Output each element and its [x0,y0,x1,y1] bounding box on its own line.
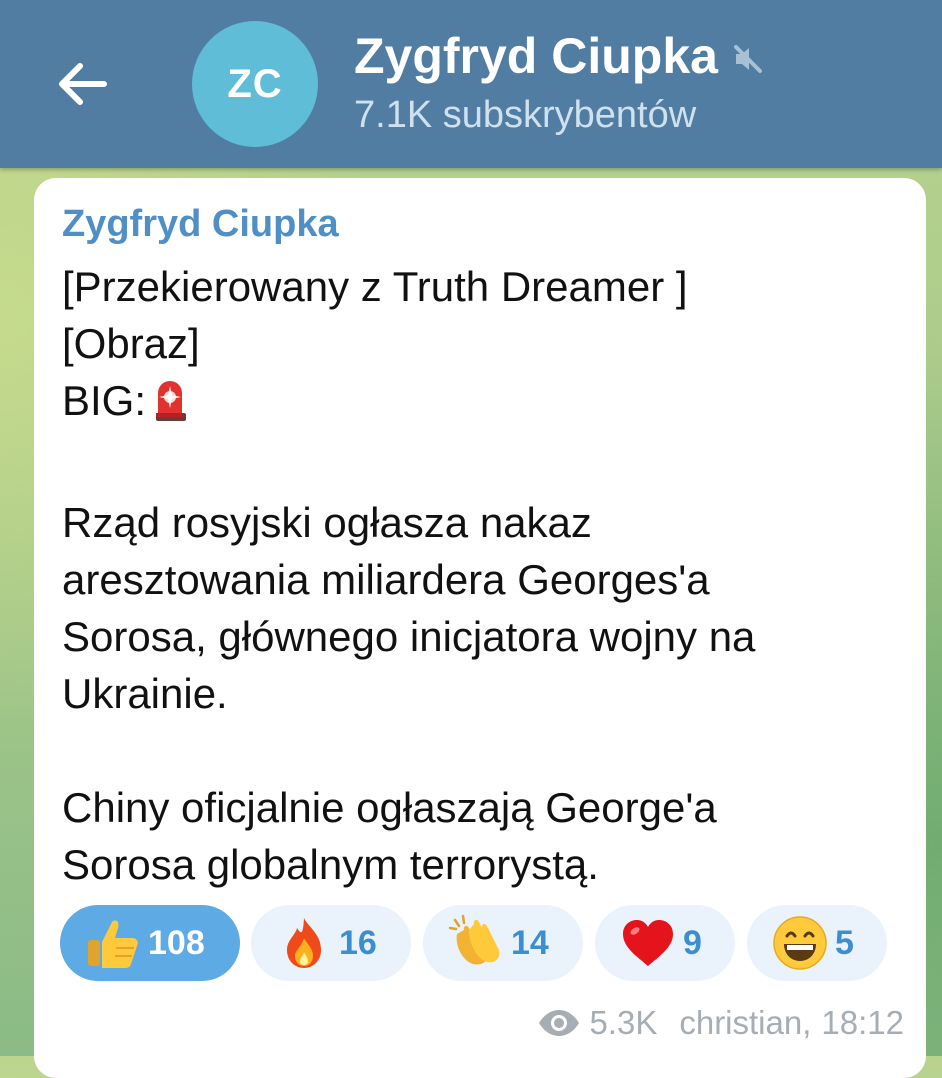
reaction-count: 16 [339,923,377,962]
muted-speaker-icon [732,43,764,75]
message-line [62,437,898,494]
arrow-left-icon [59,63,107,105]
message-line: [Przekierowany z Truth Dreamer ] [62,263,688,310]
eye-icon [537,1008,581,1038]
back-button[interactable] [50,52,114,116]
reaction-grinning-face[interactable]: 5 [747,905,887,981]
message-line: Sorosa globalnym terrorystą. [62,841,599,888]
message-line [62,722,898,779]
reaction-thumbs-up[interactable]: 108 [60,905,240,981]
message-line-text: BIG: [62,377,147,424]
message-line: aresztowania miliardera Georges'a [62,556,710,603]
reaction-red-heart[interactable]: 9 [595,905,735,981]
reaction-clapping-hands[interactable]: 14 [423,905,583,981]
subscriber-count: 7.1K subskrybentów [354,94,697,136]
channel-info[interactable]: Zygfryd Ciupka 7.1K subskrybentów [354,24,764,140]
red-heart-icon [619,914,677,972]
channel-title: Zygfryd Ciupka [354,28,718,84]
reaction-count: 108 [148,923,205,962]
message-line: Ukrainie. [62,670,228,717]
post-author: christian, [679,1004,812,1041]
message-line: Rząd rosyjski ogłasza nakaz [62,499,592,546]
reaction-count: 5 [835,923,854,962]
message-line: BIG: [62,372,898,437]
avatar-initials: ZC [227,61,283,106]
view-count: 5.3K [589,1004,658,1041]
reaction-count: 14 [511,923,549,962]
fire-icon [275,914,333,972]
chat-header: ZC Zygfryd Ciupka 7.1K subskrybentów [0,0,942,168]
message-line: Sorosa, głównego inicjatora wojny na [62,613,756,660]
siren-icon [148,373,192,437]
channel-avatar[interactable]: ZC [192,21,318,147]
message-bubble[interactable]: Zygfryd Ciupka [Przekierowany z Truth Dr… [34,178,926,1078]
thumbs-up-icon [84,914,142,972]
message-text: [Przekierowany z Truth Dreamer ] [Obraz]… [62,258,898,893]
message-meta: 5.3K christian, 18:12 [537,1004,904,1042]
message-line: Chiny oficjalnie ogłaszają George'a [62,784,717,831]
message-line: [Obraz] [62,320,200,367]
grinning-face-icon [771,914,829,972]
reaction-fire[interactable]: 16 [251,905,411,981]
message-sender[interactable]: Zygfryd Ciupka [62,200,898,248]
post-time: 18:12 [821,1004,904,1041]
reaction-count: 9 [683,923,702,962]
clapping-hands-icon [447,914,505,972]
